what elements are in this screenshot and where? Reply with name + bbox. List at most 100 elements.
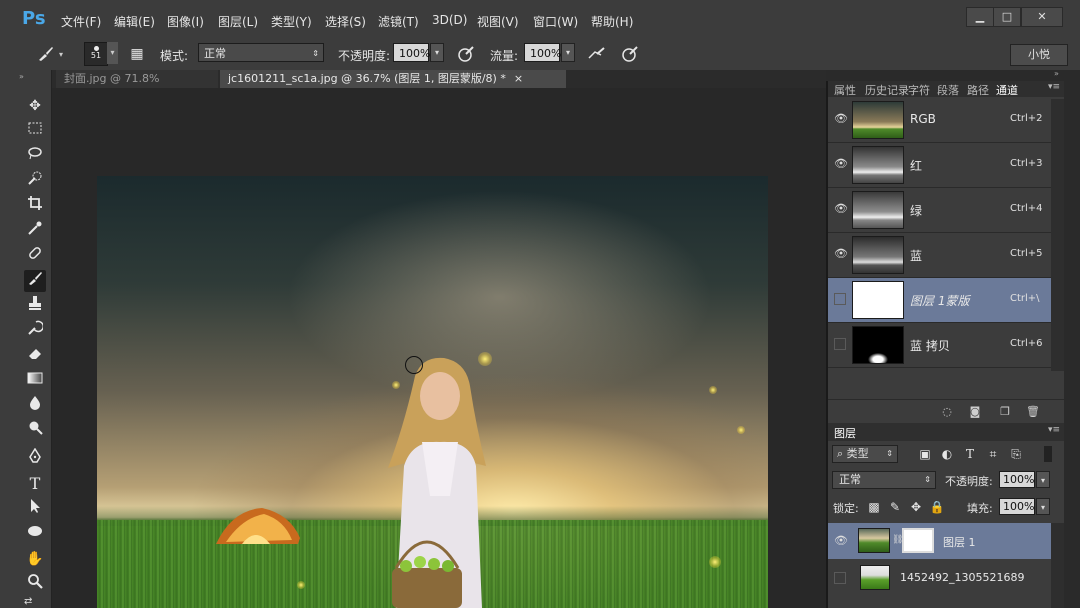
collapse-panels-icon[interactable]: » [1054, 69, 1059, 78]
tab-history[interactable]: 历史记录 [865, 82, 909, 98]
new-channel-icon[interactable]: ❐ [998, 405, 1012, 419]
visibility-toggle[interactable] [834, 572, 846, 584]
tab-paragraph[interactable]: 段落 [937, 82, 959, 98]
brush-tool-icon[interactable] [36, 45, 54, 63]
pressure-size-icon[interactable] [621, 45, 639, 63]
brush-tool-active-icon[interactable] [24, 270, 46, 292]
mode-select[interactable]: 正常 ⇕ [198, 43, 324, 62]
blur-tool-icon[interactable] [24, 395, 46, 417]
filter-shape-layers-icon[interactable]: ⌗ [985, 446, 1001, 462]
minimize-button[interactable]: ▁ [966, 7, 994, 27]
layer-opacity-dropdown-icon[interactable]: ▾ [1036, 471, 1050, 488]
opacity-input[interactable]: 100% [393, 43, 430, 62]
flow-input[interactable]: 100% [524, 43, 561, 62]
brush-picker-chevron-icon[interactable]: ▾ [107, 42, 118, 64]
channel-row-blue-copy[interactable]: 蓝 拷贝 Ctrl+6 [828, 323, 1051, 368]
tab-paths[interactable]: 路径 [967, 82, 989, 98]
layer-row-layer-1[interactable]: 👁 ⛓ 图层 1 [828, 523, 1051, 559]
path-selection-tool-icon[interactable] [24, 498, 46, 520]
layers-scrollbar[interactable] [1051, 523, 1064, 608]
lock-position-icon[interactable]: ✥ [908, 499, 924, 515]
visibility-eye-icon[interactable]: 👁 [834, 247, 848, 261]
menu-file[interactable]: 文件(F) [61, 13, 101, 30]
clone-stamp-tool-icon[interactable] [24, 295, 46, 317]
menu-filter[interactable]: 滤镜(T) [378, 13, 419, 30]
brush-size-picker[interactable]: 51 [84, 42, 108, 66]
layer-mask-thumbnail[interactable] [902, 528, 934, 553]
crop-tool-icon[interactable] [24, 195, 46, 217]
maximize-button[interactable]: □ [993, 7, 1021, 27]
menu-type[interactable]: 类型(Y) [271, 13, 312, 30]
channel-row-layer-mask[interactable]: 图层 1蒙版 Ctrl+\ [828, 278, 1051, 323]
blend-mode-select[interactable]: 正常 ⇕ [832, 471, 936, 489]
menu-image[interactable]: 图像(I) [167, 13, 204, 30]
gradient-tool-icon[interactable] [24, 370, 46, 392]
hand-tool-icon[interactable]: ✋ [24, 548, 46, 570]
lock-all-icon[interactable]: 🔒 [929, 499, 945, 515]
flow-dropdown-icon[interactable]: ▾ [561, 43, 575, 62]
delete-channel-icon[interactable]: 🗑 [1026, 405, 1040, 419]
channel-row-rgb[interactable]: 👁 RGB Ctrl+2 [828, 98, 1051, 143]
visibility-toggle[interactable] [834, 293, 846, 305]
workspace-switcher[interactable]: 小悦 [1010, 44, 1068, 66]
tab-jc1601211[interactable]: jc1601211_sc1a.jpg @ 36.7% (图层 1, 图层蒙版/8… [220, 70, 566, 88]
brush-panel-toggle-icon[interactable]: ▦ [128, 45, 146, 63]
channel-row-red[interactable]: 👁 红 Ctrl+3 [828, 143, 1051, 188]
airbrush-icon[interactable] [587, 45, 605, 63]
panel-menu-icon[interactable]: ▾≡ [1048, 425, 1060, 435]
eyedropper-tool-icon[interactable] [24, 220, 46, 242]
move-tool-icon[interactable]: ✥ [24, 95, 46, 117]
tool-preset-chevron-icon[interactable]: ▾ [59, 50, 63, 59]
channel-row-green[interactable]: 👁 绿 Ctrl+4 [828, 188, 1051, 233]
filter-type-layers-icon[interactable]: T [962, 446, 978, 462]
tab-channels[interactable]: 通道 [996, 82, 1018, 98]
close-window-button[interactable]: ✕ [1021, 7, 1063, 27]
filter-toggle-switch[interactable] [1044, 446, 1052, 462]
opacity-dropdown-icon[interactable]: ▾ [430, 43, 444, 62]
filter-pixel-layers-icon[interactable]: ▣ [917, 446, 933, 462]
zoom-tool-icon[interactable] [24, 573, 46, 595]
default-colors-icon[interactable]: ⇄ [24, 596, 46, 608]
type-tool-icon[interactable]: T [24, 473, 46, 495]
layer-filter-select[interactable]: ⌕ 类型 ⇕ [832, 445, 898, 463]
quick-selection-tool-icon[interactable] [24, 170, 46, 192]
layer-row-1452492[interactable]: 1452492_1305521689 [828, 560, 1051, 596]
menu-window[interactable]: 窗口(W) [533, 13, 578, 30]
pressure-opacity-icon[interactable] [457, 45, 475, 63]
marquee-tool-icon[interactable] [24, 120, 46, 142]
lock-transparent-icon[interactable]: ▩ [866, 499, 882, 515]
tab-character[interactable]: 字符 [908, 82, 930, 98]
layer-opacity-input[interactable]: 100% [999, 471, 1035, 488]
document-canvas[interactable] [97, 176, 768, 608]
menu-help[interactable]: 帮助(H) [591, 13, 633, 30]
collapse-tools-icon[interactable]: » [19, 72, 24, 81]
dodge-tool-icon[interactable] [24, 420, 46, 442]
tab-layers[interactable]: 图层 [834, 425, 856, 441]
ellipse-tool-icon[interactable] [24, 523, 46, 545]
visibility-eye-icon[interactable]: 👁 [834, 112, 848, 126]
save-selection-icon[interactable]: ◙ [968, 405, 982, 419]
menu-view[interactable]: 视图(V) [477, 13, 519, 30]
visibility-eye-icon[interactable]: 👁 [834, 534, 848, 548]
lasso-tool-icon[interactable] [24, 145, 46, 167]
tab-cover-jpg[interactable]: 封面.jpg @ 71.8%(RGB/8)× [56, 70, 218, 103]
tab-close-icon[interactable]: × [514, 72, 523, 85]
panel-menu-icon[interactable]: ▾≡ [1048, 82, 1060, 92]
healing-brush-tool-icon[interactable] [24, 245, 46, 267]
visibility-toggle[interactable] [834, 338, 846, 350]
filter-smart-objects-icon[interactable]: ⎘ [1008, 446, 1024, 462]
load-selection-icon[interactable]: ◌ [940, 405, 954, 419]
lock-image-icon[interactable]: ✎ [887, 499, 903, 515]
menu-select[interactable]: 选择(S) [325, 13, 366, 30]
visibility-eye-icon[interactable]: 👁 [834, 202, 848, 216]
channel-row-blue[interactable]: 👁 蓝 Ctrl+5 [828, 233, 1051, 278]
menu-3d[interactable]: 3D(D) [432, 13, 467, 27]
history-brush-tool-icon[interactable] [24, 320, 46, 342]
fill-dropdown-icon[interactable]: ▾ [1036, 498, 1050, 515]
menu-edit[interactable]: 编辑(E) [114, 13, 155, 30]
menu-layer[interactable]: 图层(L) [218, 13, 258, 30]
pen-tool-icon[interactable] [24, 447, 46, 470]
filter-adjustment-layers-icon[interactable]: ◐ [939, 446, 955, 462]
visibility-eye-icon[interactable]: 👁 [834, 157, 848, 171]
eraser-tool-icon[interactable] [24, 345, 46, 367]
